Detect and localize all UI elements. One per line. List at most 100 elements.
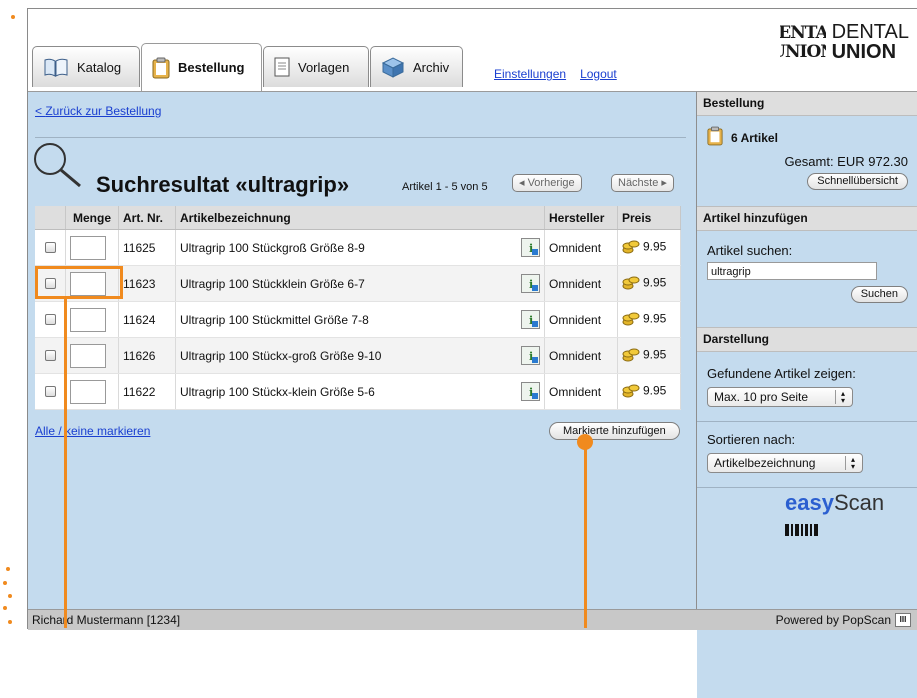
logout-link[interactable]: Logout	[580, 67, 617, 81]
header-price: Preis	[617, 206, 681, 230]
table-row: 11622 Ultragrip 100 Stückx-klein Größe 5…	[35, 373, 681, 410]
search-label: Artikel suchen:	[707, 243, 793, 258]
manufacturer: Omnident	[544, 337, 618, 374]
mark-all-link[interactable]: Alle / keine markieren	[35, 424, 150, 438]
clipboard-icon	[707, 126, 723, 149]
results-table: Menge Art. Nr. Artikelbezeichnung Herste…	[35, 206, 681, 410]
add-marked-button[interactable]: Markierte hinzufügen	[549, 422, 680, 440]
article-name: Ultragrip 100 Stückgroß Größe 8-9	[180, 240, 365, 255]
price: 9.95	[643, 347, 667, 362]
coins-icon	[622, 274, 640, 293]
annotation-dot-small	[8, 620, 12, 624]
user-name: Richard Mustermann [1234]	[32, 613, 181, 627]
document-icon	[274, 57, 290, 77]
header-qty: Menge	[65, 206, 119, 230]
coins-icon	[622, 346, 640, 365]
quantity-input[interactable]	[70, 307, 106, 332]
manufacturer: Omnident	[544, 265, 618, 302]
article-name: Ultragrip 100 Stückmittel Größe 7-8	[180, 312, 369, 327]
info-icon[interactable]: i	[521, 274, 540, 293]
manufacturer: Omnident	[544, 301, 618, 338]
header-maker: Hersteller	[544, 206, 618, 230]
sort-label: Sortieren nach:	[707, 432, 796, 447]
annotation-dot-small	[6, 567, 10, 571]
article-search-input[interactable]: ultragrip	[707, 262, 877, 280]
row-checkbox[interactable]	[44, 242, 56, 253]
tab-label: Vorlagen	[298, 59, 350, 75]
article-name: Ultragrip 100 Stückklein Größe 6-7	[180, 276, 365, 291]
table-row: 11624 Ultragrip 100 Stückmittel Größe 7-…	[35, 301, 681, 338]
top-links: Einstellungen Logout	[494, 67, 617, 81]
previous-button[interactable]: ◂ Vorherige	[512, 174, 582, 192]
annotation-box-bottom	[35, 296, 123, 299]
popscan-logo-icon: III	[895, 613, 911, 627]
select-arrows-icon: ▴ ▾	[835, 390, 850, 405]
divider	[35, 137, 686, 138]
svg-text:UNION: UNION	[780, 42, 826, 61]
magnifier-icon	[30, 140, 86, 193]
display-header: Darstellung	[697, 327, 917, 352]
main-panel: < Zurück zur Bestellung Suchresultat «ul…	[28, 91, 696, 610]
info-icon[interactable]: i	[521, 310, 540, 329]
order-summary: 6 Artikel Gesamt: EUR 972.30 Schnellüber…	[697, 116, 917, 206]
art-nr: 11623	[118, 265, 176, 302]
tab-label: Bestellung	[178, 60, 245, 75]
art-nr: 11626	[118, 337, 176, 374]
header-select	[35, 206, 66, 230]
order-section-header: Bestellung	[697, 92, 917, 116]
quick-overview-button[interactable]: Schnellübersicht	[807, 173, 908, 190]
back-to-order-link[interactable]: < Zurück zur Bestellung	[35, 104, 161, 118]
quantity-input[interactable]	[70, 343, 106, 368]
sort-select[interactable]: Artikelbezeichnung ▴ ▾	[707, 453, 863, 473]
clipboard-icon	[152, 57, 170, 79]
quantity-input[interactable]	[70, 379, 106, 404]
app-frame: Katalog Bestellung Vorlagen Archiv Einst…	[27, 8, 917, 698]
tab-label: Katalog	[77, 59, 122, 75]
table-row: 11623 Ultragrip 100 Stückklein Größe 6-7…	[35, 265, 681, 302]
table-header: Menge Art. Nr. Artikelbezeichnung Herste…	[35, 206, 681, 230]
show-label: Gefundene Artikel zeigen:	[707, 366, 856, 381]
quantity-input[interactable]	[70, 235, 106, 260]
tab-katalog[interactable]: Katalog	[32, 46, 140, 87]
logo-mark: ENTAUNION	[771, 21, 836, 63]
quantity-input[interactable]	[70, 271, 106, 296]
annotation-box-right	[120, 266, 123, 299]
annotation-line-right	[584, 444, 587, 628]
art-nr: 11622	[118, 373, 176, 410]
manufacturer: Omnident	[544, 373, 618, 410]
select-arrows-icon: ▴ ▾	[845, 456, 860, 471]
tab-bestellung[interactable]: Bestellung	[141, 43, 262, 91]
row-checkbox[interactable]	[44, 314, 56, 325]
barcode-icon	[785, 516, 884, 542]
easyscan-logo: easyScan	[785, 490, 884, 542]
row-checkbox[interactable]	[44, 350, 56, 361]
article-name: Ultragrip 100 Stückx-klein Größe 5-6	[180, 384, 375, 399]
price: 9.95	[643, 311, 667, 326]
price: 9.95	[643, 275, 667, 290]
per-page-select[interactable]: Max. 10 pro Seite ▴ ▾	[707, 387, 853, 407]
order-total: Gesamt: EUR 972.30	[784, 154, 908, 169]
info-icon[interactable]: i	[521, 382, 540, 401]
info-icon[interactable]: i	[521, 238, 540, 257]
page-title: Suchresultat «ultragrip»	[96, 172, 350, 197]
table-row: 11626 Ultragrip 100 Stückx-groß Größe 9-…	[35, 337, 681, 374]
annotation-dot-small	[3, 606, 7, 610]
add-article-header: Artikel hinzufügen	[697, 206, 917, 231]
header-desc: Artikelbezeichnung	[175, 206, 545, 230]
settings-link[interactable]: Einstellungen	[494, 67, 566, 81]
coins-icon	[622, 310, 640, 329]
annotation-dot-small	[11, 15, 15, 19]
coins-icon	[622, 382, 640, 401]
svg-text:ENTA: ENTA	[780, 23, 826, 43]
row-checkbox[interactable]	[44, 386, 56, 397]
tab-archiv[interactable]: Archiv	[370, 46, 463, 87]
search-button[interactable]: Suchen	[850, 286, 908, 303]
tab-vorlagen[interactable]: Vorlagen	[263, 46, 369, 87]
powered-by: Powered by PopScan III	[776, 610, 911, 630]
annotation-line-left	[64, 298, 67, 628]
info-icon[interactable]: i	[521, 346, 540, 365]
book-icon	[43, 56, 69, 78]
row-checkbox[interactable]	[44, 278, 56, 289]
annotation-dot-small	[8, 594, 12, 598]
next-button[interactable]: Nächste ▸	[611, 174, 674, 192]
